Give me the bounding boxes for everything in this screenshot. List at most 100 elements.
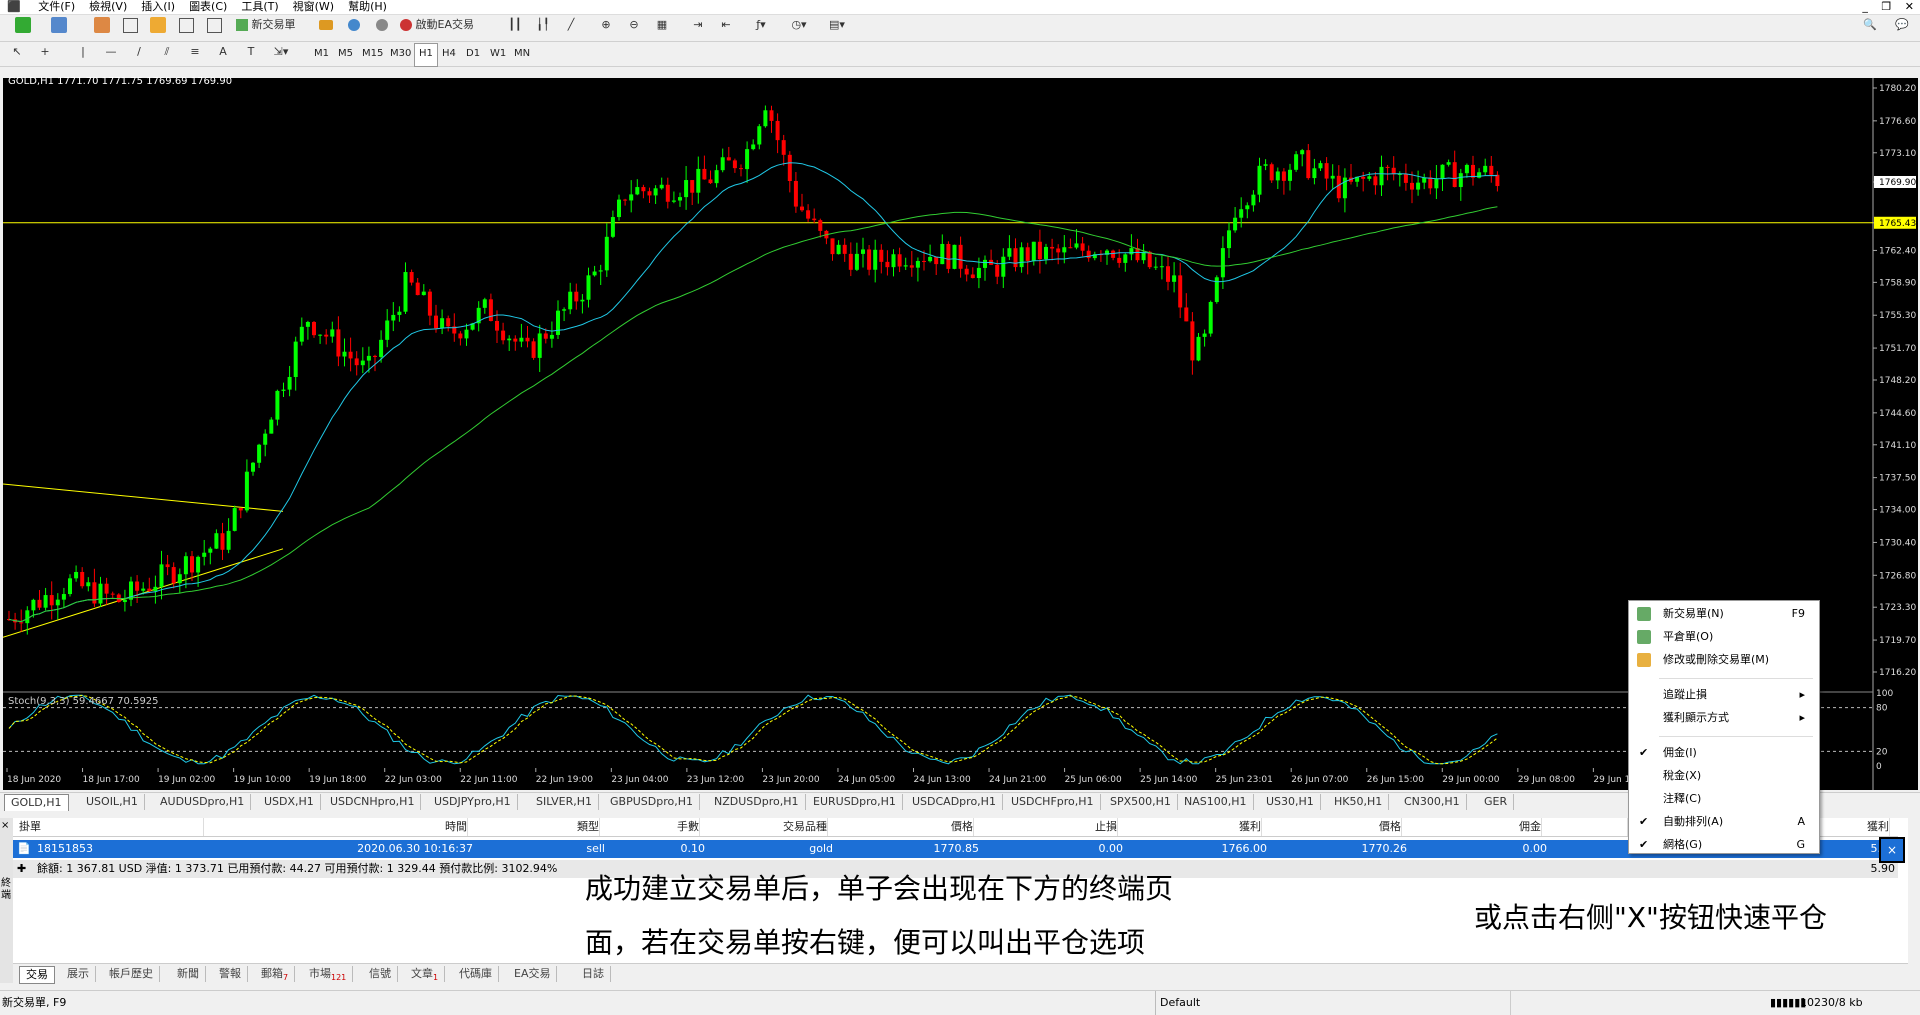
channel-icon[interactable]: ⫽ [158, 42, 176, 62]
terminal-tab[interactable]: 文章1 [405, 966, 446, 982]
symbol-tab[interactable]: USDJPYpro,H1 [428, 794, 518, 810]
menu-item[interactable]: 文件(F) [31, 0, 82, 14]
symbol-tab[interactable]: SILVER,H1 [530, 794, 600, 810]
timeframe-m1[interactable]: M1 [310, 43, 333, 65]
navigator-icon[interactable] [148, 15, 168, 35]
search-icon[interactable]: 🔍 [1860, 15, 1880, 35]
context-menu-item[interactable]: 新交易單(N) F9 [1629, 604, 1819, 624]
fibonacci-icon[interactable]: ≡ [186, 42, 204, 62]
symbol-tab[interactable]: USDX,H1 [258, 794, 321, 810]
menu-item[interactable]: 視窗(W) [286, 0, 341, 14]
symbol-tab[interactable]: USOIL,H1 [80, 794, 145, 810]
profiles-button[interactable] [44, 15, 74, 35]
context-menu-item[interactable]: 稅金(X) [1629, 766, 1819, 786]
strategy-tester-icon[interactable] [204, 15, 224, 35]
terminal-tab[interactable]: 郵箱7 [255, 966, 296, 982]
tile-windows-icon[interactable]: ▦ [652, 15, 672, 35]
menu-item[interactable]: 工具(T) [234, 0, 285, 14]
menu-item[interactable]: 檢視(V) [82, 0, 134, 14]
signals-icon[interactable] [372, 15, 392, 35]
context-menu-item[interactable]: 修改或刪除交易單(M) [1629, 650, 1819, 670]
bar-chart-icon[interactable]: ┃┃ [505, 15, 525, 35]
terminal-tab[interactable]: 日誌 [576, 966, 611, 982]
candlestick-icon[interactable]: ╽╿ [533, 15, 553, 35]
context-menu-item[interactable]: 獲利顯示方式 ▸ [1629, 708, 1819, 728]
chat-icon[interactable]: 💬 [1892, 15, 1912, 35]
context-menu-item[interactable]: ✔ 自動排列(A) A [1629, 812, 1819, 832]
menu-item[interactable]: 插入(I) [134, 0, 182, 14]
symbol-tab[interactable]: HK50,H1 [1328, 794, 1390, 810]
column-header[interactable] [1553, 818, 1628, 836]
context-menu-item[interactable]: 注釋(C) [1629, 789, 1819, 809]
symbol-tab[interactable]: US30,H1 [1260, 794, 1321, 810]
column-header[interactable]: 佣金 [1413, 818, 1542, 836]
terminal-tab[interactable]: 新聞 [171, 966, 206, 982]
new-chart-button[interactable] [8, 15, 38, 35]
terminal-tab[interactable]: 代碼庫 [453, 966, 499, 982]
metaeditor-icon[interactable] [344, 15, 364, 35]
order-row[interactable]: 📄 18151853 2020.06.30 10:16:37 sell 0.10… [13, 840, 1898, 858]
close-window-icon[interactable]: ✕ [1905, 0, 1914, 13]
column-header[interactable]: 價格 [1273, 818, 1402, 836]
column-header[interactable]: 掛單 [13, 818, 204, 836]
terminal-tab[interactable]: 交易 [19, 966, 55, 984]
symbol-tab[interactable]: NAS100,H1 [1178, 794, 1254, 810]
timeframe-m5[interactable]: M5 [334, 43, 357, 65]
symbol-tab[interactable]: AUDUSDpro,H1 [154, 794, 252, 810]
indicators-icon[interactable]: ƒ▾ [746, 15, 776, 35]
timeframe-w1[interactable]: W1 [486, 43, 510, 65]
column-header[interactable]: 類型 [483, 818, 600, 836]
terminal-tab[interactable]: 信號 [363, 966, 398, 982]
minimize-icon[interactable]: _ [1862, 0, 1868, 13]
new-order-button[interactable]: 新交易單 [236, 15, 310, 35]
context-menu-item[interactable]: ✔ 網格(G) G [1629, 835, 1819, 855]
timeframe-h1[interactable]: H1 [414, 43, 438, 67]
cursor-icon[interactable]: ↖ [8, 42, 26, 62]
crosshair-icon[interactable]: + [36, 42, 54, 62]
trendline-icon[interactable]: / [130, 42, 148, 62]
periods-icon[interactable]: ◷▾ [784, 15, 814, 35]
context-menu-item[interactable]: 平倉單(O) [1629, 627, 1819, 647]
symbol-tab[interactable]: SPX500,H1 [1104, 794, 1178, 810]
chart-shift-icon[interactable]: ⇥ [688, 15, 708, 35]
context-menu-item[interactable]: 追蹤止損 ▸ [1629, 685, 1819, 705]
horizontal-line-icon[interactable]: — [102, 42, 120, 62]
column-header[interactable]: 手數 [613, 818, 700, 836]
text-label-icon[interactable]: T [242, 42, 260, 62]
terminal-tab[interactable]: 警報 [213, 966, 248, 982]
close-order-x-button[interactable]: × [1879, 837, 1905, 863]
terminal-tab[interactable]: 市場121 [303, 966, 354, 982]
symbol-tab[interactable]: GBPUSDpro,H1 [604, 794, 700, 810]
shapes-icon[interactable]: ⇲▾ [268, 42, 294, 62]
vertical-line-icon[interactable]: | [74, 42, 92, 62]
menu-item[interactable]: 幫助(H) [341, 0, 394, 14]
timeframe-m15[interactable]: M15 [358, 43, 387, 65]
zoom-out-icon[interactable]: ⊖ [624, 15, 644, 35]
app-icon[interactable]: ⬛ [0, 0, 28, 14]
column-header[interactable]: 獲利 [1133, 818, 1262, 836]
timeframe-mn[interactable]: MN [510, 43, 534, 65]
terminal-tab[interactable]: 展示 [61, 966, 96, 982]
templates-icon[interactable]: ▤▾ [822, 15, 852, 35]
zoom-in-icon[interactable]: ⊕ [596, 15, 616, 35]
symbol-tab[interactable]: USDCNHpro,H1 [324, 794, 422, 810]
menu-item[interactable]: 圖表(C) [182, 0, 234, 14]
restore-icon[interactable]: ❐ [1881, 0, 1891, 13]
market-watch-icon[interactable] [92, 15, 112, 35]
column-header[interactable]: 交易品種 [713, 818, 828, 836]
data-window-icon[interactable] [120, 15, 140, 35]
symbol-tab[interactable]: GER [1478, 794, 1515, 810]
timeframe-d1[interactable]: D1 [462, 43, 484, 65]
timeframe-m30[interactable]: M30 [386, 43, 415, 65]
autoscroll-icon[interactable]: ⇤ [716, 15, 736, 35]
terminal-icon[interactable] [176, 15, 196, 35]
line-chart-icon[interactable]: ╱ [561, 15, 581, 35]
column-header[interactable]: 價格 [843, 818, 974, 836]
terminal-tab[interactable]: EA交易 [508, 966, 558, 982]
column-header[interactable]: 時間 [203, 818, 468, 836]
terminal-tab[interactable]: 帳戶歷史 [103, 966, 160, 982]
column-header[interactable]: 止損 [993, 818, 1118, 836]
timeframe-h4[interactable]: H4 [438, 43, 460, 65]
buy-icon[interactable] [316, 15, 336, 35]
terminal-close-icon[interactable]: × [1, 820, 9, 831]
